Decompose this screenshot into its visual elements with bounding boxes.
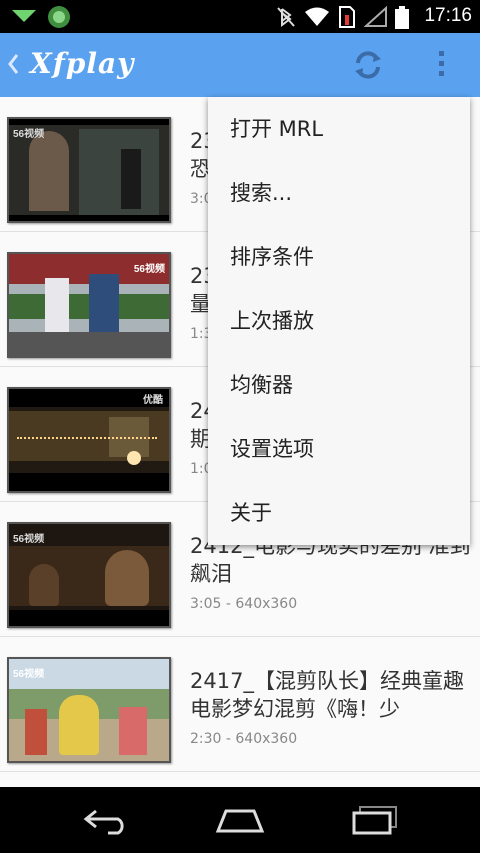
- refresh-icon[interactable]: [350, 47, 386, 83]
- thumbnail-watermark: 56视频: [13, 669, 45, 680]
- notification-app-icon: [12, 10, 36, 22]
- android-icon: [48, 6, 70, 28]
- video-list-item[interactable]: 56视频 2417_【混剪队长】经典童趣电影梦幻混剪《嗨！少 2:30 - 64…: [0, 637, 480, 772]
- bluetooth-off-icon: [277, 7, 295, 27]
- thumbnail-watermark: 56视频: [13, 129, 45, 140]
- menu-item-equalizer[interactable]: 均衡器: [208, 353, 470, 417]
- sim-error-icon: [339, 6, 355, 28]
- thumbnail-watermark: 56视频: [133, 264, 165, 275]
- menu-item-about[interactable]: 关于: [208, 481, 470, 545]
- navigation-bar: [0, 787, 480, 853]
- wifi-icon: [305, 7, 329, 26]
- clock: 17:16: [424, 5, 472, 26]
- thumbnail-watermark: 优酷: [143, 395, 163, 406]
- video-thumbnail[interactable]: 56视频: [7, 657, 171, 763]
- home-icon[interactable]: [214, 805, 266, 835]
- menu-item-open-mrl[interactable]: 打开 MRL: [208, 97, 470, 161]
- thumbnail-watermark: 56视频: [13, 534, 45, 545]
- recent-apps-icon[interactable]: [350, 805, 400, 835]
- video-thumbnail[interactable]: 56视频: [7, 117, 171, 223]
- overflow-menu-icon[interactable]: [436, 51, 446, 81]
- overflow-menu: 打开 MRL 搜索... 排序条件 上次播放 均衡器 设置选项 关于: [208, 97, 470, 545]
- app-title[interactable]: Xfplay: [30, 47, 134, 80]
- video-meta: 3:05 - 640x360: [190, 596, 298, 612]
- action-bar: Xfplay: [0, 33, 480, 97]
- back-caret-icon[interactable]: [6, 51, 20, 77]
- signal-icon: [364, 6, 387, 27]
- menu-item-last-played[interactable]: 上次播放: [208, 289, 470, 353]
- menu-item-search[interactable]: 搜索...: [208, 161, 470, 225]
- battery-icon: [395, 6, 409, 29]
- video-meta: 2:30 - 640x360: [190, 731, 298, 747]
- menu-item-settings[interactable]: 设置选项: [208, 417, 470, 481]
- video-title: 2417_【混剪队长】经典童趣电影梦幻混剪《嗨！少: [190, 669, 464, 721]
- video-thumbnail[interactable]: 56视频: [7, 522, 171, 628]
- status-bar: 17:16: [0, 0, 480, 33]
- video-thumbnail[interactable]: 优酷: [7, 387, 171, 493]
- video-thumbnail[interactable]: 56视频: [7, 252, 171, 358]
- menu-item-sort[interactable]: 排序条件: [208, 225, 470, 289]
- back-icon[interactable]: [82, 805, 132, 835]
